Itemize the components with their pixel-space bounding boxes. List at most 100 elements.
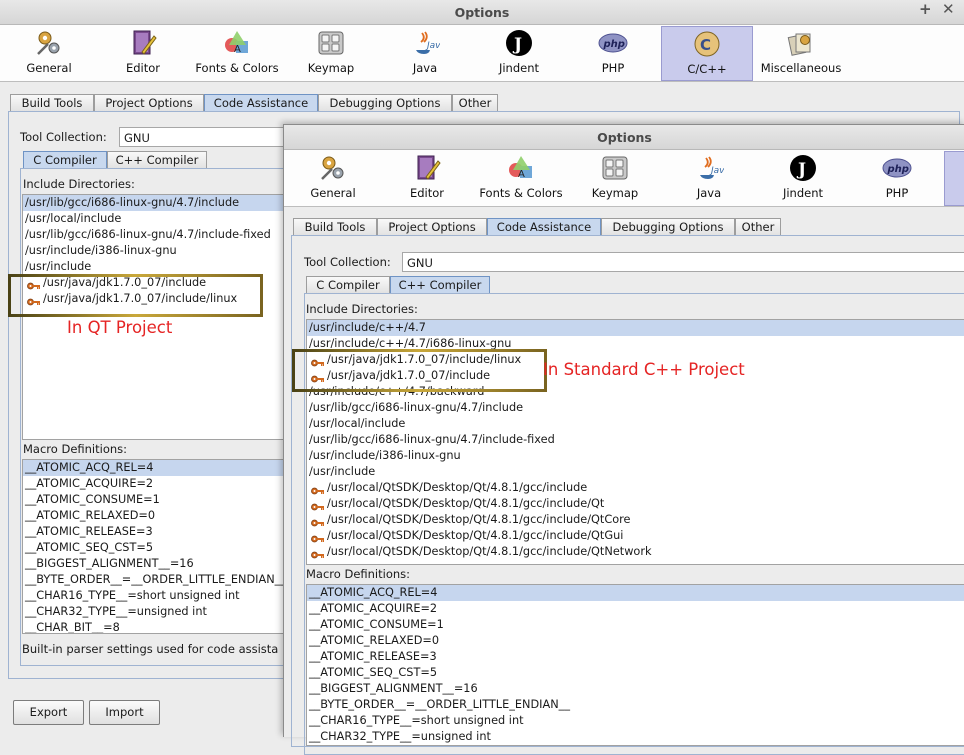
list-item[interactable]: __CHAR_BIT__=8: [23, 620, 291, 634]
category-general[interactable]: General: [288, 151, 378, 204]
tab-debugging-options[interactable]: Debugging Options: [318, 94, 452, 111]
keyboard-icon: [316, 28, 346, 58]
list-item-text: /usr/lib/gcc/i686-linux-gnu/4.7/include: [25, 196, 240, 209]
gears-icon: [34, 28, 64, 58]
svg-text:A: A: [518, 169, 525, 180]
include-directories-label: Include Directories:: [306, 302, 418, 316]
list-item[interactable]: /usr/lib/gcc/i686-linux-gnu/4.7/include-…: [307, 432, 964, 448]
macro-definitions-list[interactable]: __ATOMIC_ACQ_REL=4 __ATOMIC_ACQUIRE=2 __AT…: [306, 584, 964, 746]
color-shapes-icon: A: [506, 153, 536, 183]
category-fonts-colors[interactable]: A Fonts & Colors: [190, 26, 284, 79]
tab-code-assistance[interactable]: Code Assistance: [487, 218, 601, 235]
key-icon: [311, 532, 324, 543]
tab-c-compiler[interactable]: C Compiler: [23, 151, 107, 168]
list-item-text: /usr/lib/gcc/i686-linux-gnu/4.7/include-…: [309, 433, 555, 446]
list-item[interactable]: /usr/local/QtSDK/Desktop/Qt/4.8.1/gcc/in…: [307, 544, 964, 560]
tab-cpp-compiler[interactable]: C++ Compiler: [107, 151, 207, 168]
list-item[interactable]: /usr/include: [307, 464, 964, 480]
gears-icon: [318, 153, 348, 183]
list-item[interactable]: /usr/include/i386-linux-gnu: [23, 243, 291, 259]
tab-code-assistance[interactable]: Code Assistance: [204, 94, 318, 111]
tab-build-tools[interactable]: Build Tools: [293, 218, 377, 235]
list-item[interactable]: /usr/local/QtSDK/Desktop/Qt/4.8.1/gcc/in…: [307, 496, 964, 512]
category-java[interactable]: JavaJava: [380, 26, 470, 79]
tab-other[interactable]: Other: [452, 94, 498, 111]
tab-project-options[interactable]: Project Options: [377, 218, 487, 235]
close-button[interactable]: ✕: [942, 0, 955, 18]
category-php[interactable]: php PHP: [852, 151, 942, 204]
category-general[interactable]: General: [4, 26, 94, 79]
list-item[interactable]: __BIGGEST_ALIGNMENT__=16: [23, 556, 291, 572]
list-item[interactable]: /usr/lib/gcc/i686-linux-gnu/4.7/include: [23, 195, 291, 211]
key-icon: [311, 516, 324, 527]
tab-project-options[interactable]: Project Options: [94, 94, 204, 111]
list-item[interactable]: /usr/local/QtSDK/Desktop/Qt/4.8.1/gcc/in…: [307, 480, 964, 496]
list-item[interactable]: /usr/lib/gcc/i686-linux-gnu/4.7/include-…: [23, 227, 291, 243]
svg-text:php: php: [887, 164, 909, 175]
category-keymap[interactable]: Keymap: [286, 26, 376, 79]
macro-definitions-list[interactable]: __ATOMIC_ACQ_REL=4 __ATOMIC_ACQUIRE=2 __AT…: [22, 459, 292, 634]
list-item[interactable]: __ATOMIC_ACQUIRE=2: [23, 476, 291, 492]
category-jindent[interactable]: J Jindent: [758, 151, 848, 204]
svg-text:php: php: [603, 39, 625, 50]
list-item[interactable]: __ATOMIC_RELEASE=3: [307, 649, 964, 665]
list-item[interactable]: __ATOMIC_SEQ_CST=5: [23, 540, 291, 556]
category-editor[interactable]: Editor: [382, 151, 472, 204]
jindent-icon: J: [504, 28, 534, 58]
category-cpp-partial[interactable]: [944, 151, 964, 206]
tab-build-tools[interactable]: Build Tools: [10, 94, 94, 111]
list-item[interactable]: __ATOMIC_RELAXED=0: [23, 508, 291, 524]
list-item[interactable]: __CHAR16_TYPE__=short unsigned int: [307, 713, 964, 729]
list-item[interactable]: __BYTE_ORDER__=__ORDER_LITTLE_ENDIAN__: [23, 572, 291, 588]
import-button[interactable]: Import: [89, 700, 160, 725]
list-item-text: __ATOMIC_ACQUIRE=2: [309, 602, 438, 615]
list-item-text: /usr/include/i386-linux-gnu: [309, 449, 461, 462]
category-cpp[interactable]: C C/C++: [661, 26, 753, 81]
list-item[interactable]: /usr/local/include: [307, 416, 964, 432]
list-item-text: /usr/local/QtSDK/Desktop/Qt/4.8.1/gcc/in…: [327, 529, 624, 542]
tab-debugging-options[interactable]: Debugging Options: [601, 218, 735, 235]
tool-collection-combo[interactable]: GNU: [402, 252, 964, 272]
category-java[interactable]: JavaJava: [664, 151, 754, 204]
list-item[interactable]: __CHAR32_TYPE__=unsigned int: [307, 729, 964, 745]
list-item[interactable]: __ATOMIC_CONSUME=1: [23, 492, 291, 508]
list-item[interactable]: /usr/local/QtSDK/Desktop/Qt/4.8.1/gcc/in…: [307, 512, 964, 528]
export-button[interactable]: Export: [13, 700, 84, 725]
list-item[interactable]: /usr/include/c++/4.7: [307, 320, 964, 336]
list-item-text: /usr/local/QtSDK/Desktop/Qt/4.8.1/gcc/in…: [327, 545, 652, 558]
tab-cpp-compiler[interactable]: C++ Compiler: [390, 276, 490, 293]
list-item[interactable]: /usr/local/include: [23, 211, 291, 227]
category-editor[interactable]: Editor: [98, 26, 188, 79]
list-item[interactable]: __ATOMIC_ACQ_REL=4: [307, 585, 964, 601]
list-item[interactable]: /usr/local/QtSDK/Desktop/Qt/4.8.1/gcc/in…: [307, 528, 964, 544]
list-item-text: __BYTE_ORDER__=__ORDER_LITTLE_ENDIAN__: [25, 573, 286, 586]
list-item[interactable]: __ATOMIC_CONSUME=1: [307, 617, 964, 633]
tool-collection-combo[interactable]: GNU: [119, 127, 289, 147]
list-item[interactable]: __ATOMIC_SEQ_CST=5: [307, 665, 964, 681]
list-item[interactable]: /usr/lib/gcc/i686-linux-gnu/4.7/include: [307, 400, 964, 416]
list-item[interactable]: __CHAR32_TYPE__=unsigned int: [23, 604, 291, 620]
list-item[interactable]: __ATOMIC_ACQUIRE=2: [307, 601, 964, 617]
list-item[interactable]: /usr/include/i386-linux-gnu: [307, 448, 964, 464]
svg-text:Java: Java: [709, 166, 724, 176]
list-item[interactable]: __ATOMIC_RELEASE=3: [23, 524, 291, 540]
category-php[interactable]: php PHP: [568, 26, 658, 79]
list-item[interactable]: __BIGGEST_ALIGNMENT__=16: [307, 681, 964, 697]
category-keymap[interactable]: Keymap: [570, 151, 660, 204]
list-item[interactable]: __ATOMIC_ACQ_REL=4: [23, 460, 291, 476]
tab-c-compiler[interactable]: C Compiler: [306, 276, 390, 293]
include-directories-list[interactable]: /usr/lib/gcc/i686-linux-gnu/4.7/include /…: [22, 194, 292, 440]
category-miscellaneous[interactable]: Miscellaneous: [755, 26, 847, 79]
list-item-text: __CHAR_BIT__=8: [25, 621, 120, 634]
list-item[interactable]: __BYTE_ORDER__=__ORDER_LITTLE_ENDIAN__: [307, 697, 964, 713]
list-item[interactable]: __CHAR16_TYPE__=short unsigned int: [23, 588, 291, 604]
list-item[interactable]: /usr/include: [23, 259, 291, 275]
maximize-button[interactable]: +: [919, 0, 932, 18]
list-item-text: /usr/local/QtSDK/Desktop/Qt/4.8.1/gcc/in…: [327, 513, 631, 526]
list-item[interactable]: __ATOMIC_RELAXED=0: [307, 633, 964, 649]
list-item-text: /usr/lib/gcc/i686-linux-gnu/4.7/include-…: [25, 228, 271, 241]
jindent-icon: J: [788, 153, 818, 183]
tab-other[interactable]: Other: [735, 218, 781, 235]
category-fonts-colors[interactable]: A Fonts & Colors: [474, 151, 568, 204]
category-jindent[interactable]: J Jindent: [474, 26, 564, 79]
